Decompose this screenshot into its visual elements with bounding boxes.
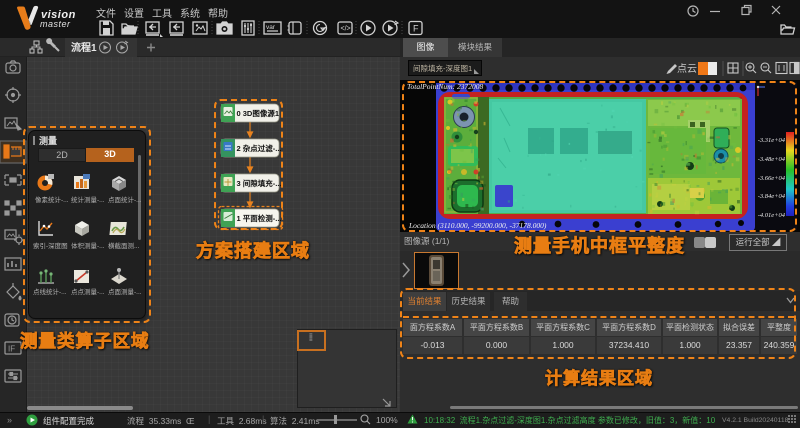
- svg-text:统计测量-...: 统计测量-...: [71, 195, 105, 204]
- svg-text:点面测量-...: 点面测量-...: [108, 288, 142, 296]
- svg-text:3 间隙填充-...: 3 间隙填充-...: [237, 178, 282, 188]
- svg-text:点点测量-...: 点点测量-...: [71, 288, 105, 296]
- svg-text:0 3D图像源1: 0 3D图像源1: [237, 108, 280, 118]
- svg-text:F: F: [413, 24, 419, 34]
- svg-text:1 平面检测-...: 1 平面检测-...: [237, 213, 282, 223]
- svg-text:点面统计-...: 点面统计-...: [108, 195, 142, 204]
- svg-text:Location (3110.000, -99200.000: Location (3110.000, -99200.000, -37178.0…: [408, 221, 547, 230]
- svg-text:-3.84e+04: -3.84e+04: [758, 193, 786, 200]
- svg-text:-3.66e+04: -3.66e+04: [758, 175, 786, 182]
- svg-text:横截面测...: 横截面测...: [108, 241, 140, 250]
- svg-text:-3.48e+04: -3.48e+04: [758, 156, 786, 163]
- svg-text:2 杂点过滤-...: 2 杂点过滤-...: [237, 143, 282, 153]
- svg-text:-3.31e+04: -3.31e+04: [758, 137, 786, 144]
- svg-text:像素统计-...: 像素统计-...: [35, 195, 69, 204]
- svg-text:索引-深度图: 索引-深度图: [33, 241, 68, 250]
- svg-text:体积测量-...: 体积测量-...: [71, 241, 105, 250]
- svg-text:点线统计-...: 点线统计-...: [33, 287, 67, 296]
- svg-text:-4.01e+04: -4.01e+04: [758, 212, 786, 219]
- svg-text:点云: 点云: [677, 63, 697, 75]
- svg-text:TotalPointNum: 2372008: TotalPointNum: 2372008: [407, 82, 483, 91]
